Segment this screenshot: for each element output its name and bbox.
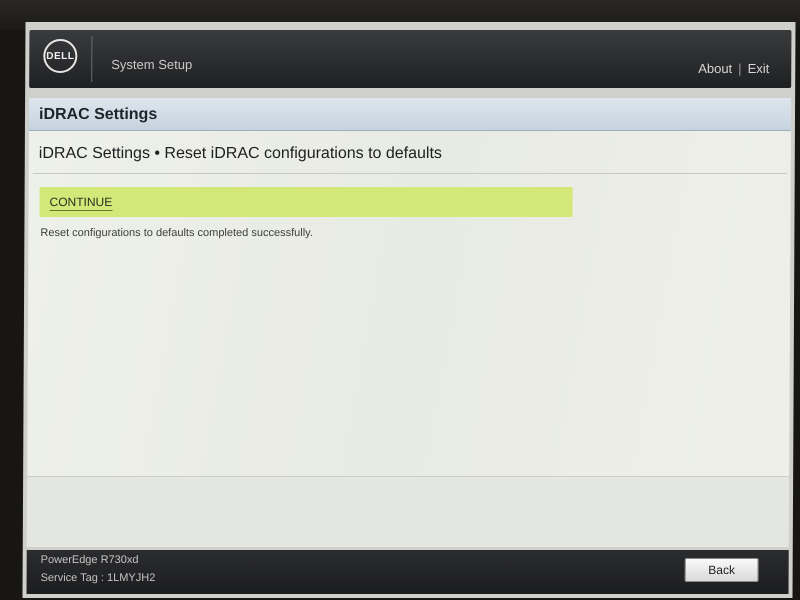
top-header: DELL System Setup About | Exit — [29, 30, 792, 88]
app-title: System Setup — [111, 57, 193, 72]
exit-link[interactable]: Exit — [748, 61, 770, 76]
status-message: Reset configurations to defaults complet… — [40, 227, 313, 239]
continue-label: CONTINUE — [49, 195, 113, 211]
section-header-bar: iDRAC Settings — [28, 98, 792, 131]
link-separator: | — [738, 61, 742, 76]
empty-panel-area — [26, 477, 790, 547]
section-title: iDRAC Settings — [38, 106, 158, 123]
continue-button[interactable]: CONTINUE — [39, 187, 573, 217]
page-breadcrumb: iDRAC Settings • Reset iDRAC configurati… — [38, 145, 442, 162]
content-divider — [32, 173, 787, 174]
service-tag: Service Tag : 1LMYJH2 — [40, 572, 156, 584]
dell-logo-text: DELL — [46, 50, 75, 62]
back-button[interactable]: Back — [684, 558, 759, 582]
system-model: PowerEdge R730xd — [40, 554, 139, 566]
header-links: About | Exit — [698, 61, 769, 76]
dell-logo-icon: DELL — [43, 39, 78, 73]
system-setup-screen: DELL System Setup About | Exit iDRAC Setti… — [22, 22, 796, 598]
footer-bar: PowerEdge R730xd Service Tag : 1LMYJH2 B… — [26, 550, 789, 594]
about-link[interactable]: About — [698, 61, 732, 76]
main-content: iDRAC Settings • Reset iDRAC configurati… — [27, 131, 791, 476]
header-divider — [91, 36, 93, 82]
